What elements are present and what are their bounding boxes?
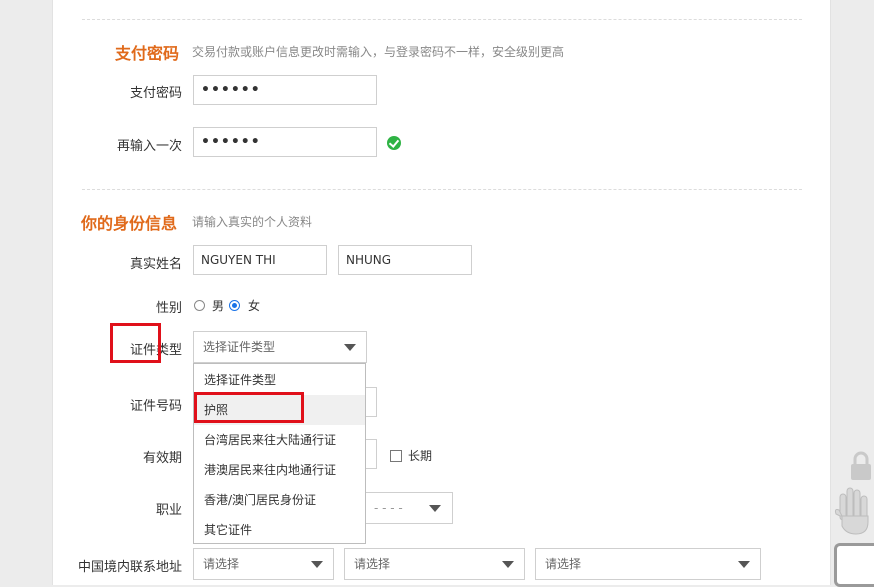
id-type-option[interactable]: 港澳居民来往内地通行证 — [194, 455, 365, 485]
address-district-value: 请选择 — [545, 557, 582, 571]
address-city-select[interactable]: 请选择 — [344, 548, 525, 580]
id-type-option[interactable]: 台湾居民来往大陆通行证 — [194, 425, 365, 455]
identity-section-hint: 请输入真实的个人资料 — [192, 215, 313, 229]
address-district-select[interactable]: 请选择 — [535, 548, 761, 580]
given-name-input[interactable]: NHUNG — [338, 245, 472, 275]
chevron-down-icon — [429, 505, 441, 512]
confirm-password-input[interactable]: •••••• — [193, 127, 377, 157]
address-province-select[interactable]: 请选择 — [193, 548, 334, 580]
validity-label: 有效期 — [142, 451, 182, 466]
gender-female-label: 女 — [248, 299, 261, 313]
gender-male-label: 男 — [212, 299, 225, 313]
hand-icon — [834, 487, 869, 535]
divider — [82, 19, 802, 20]
real-name-label: 真实姓名 — [129, 257, 182, 272]
side-widget-frame[interactable] — [834, 543, 874, 587]
id-type-select[interactable]: 选择证件类型 — [193, 331, 367, 363]
chevron-down-icon — [311, 561, 323, 568]
surname-input[interactable]: NGUYEN THI — [193, 245, 327, 275]
divider — [82, 189, 802, 190]
occupation-placeholder: - - - - — [374, 501, 403, 515]
address-city-value: 请选择 — [354, 557, 391, 571]
gender-female-radio[interactable] — [229, 300, 240, 311]
gender-male-radio[interactable] — [194, 300, 205, 311]
check-ok-icon — [387, 136, 401, 150]
id-type-option[interactable]: 选择证件类型 — [194, 365, 365, 395]
id-type-option[interactable]: 香港/澳门居民身份证 — [194, 485, 365, 515]
payment-section-hint: 交易付款或账户信息更改时需输入，与登录密码不一样，安全级别更高 — [192, 45, 565, 59]
payment-password-input[interactable]: •••••• — [193, 75, 377, 105]
address-label: 中国境内联系地址 — [77, 560, 182, 575]
address-province-value: 请选择 — [203, 557, 240, 571]
id-type-dropdown-list: 选择证件类型 护照 台湾居民来往大陆通行证 港澳居民来往内地通行证 香港/澳门居… — [193, 363, 366, 544]
chevron-down-icon — [344, 344, 356, 351]
chevron-down-icon — [502, 561, 514, 568]
payment-password-label: 支付密码 — [129, 86, 182, 101]
chevron-down-icon — [738, 561, 750, 568]
lock-icon — [851, 451, 871, 480]
gender-label: 性别 — [155, 301, 182, 316]
id-number-label: 证件号码 — [129, 399, 182, 414]
long-term-label: 长期 — [408, 449, 433, 463]
occupation-label: 职业 — [155, 503, 182, 518]
id-type-option[interactable]: 其它证件 — [194, 515, 365, 545]
id-type-highlight-box — [110, 323, 161, 363]
passport-highlight-box — [194, 392, 304, 423]
identity-section-title: 你的身份信息 — [81, 214, 178, 233]
payment-section-title: 支付密码 — [115, 44, 180, 63]
long-term-checkbox[interactable] — [390, 450, 402, 462]
confirm-password-label: 再输入一次 — [116, 139, 182, 154]
id-type-selected-value: 选择证件类型 — [203, 340, 276, 354]
